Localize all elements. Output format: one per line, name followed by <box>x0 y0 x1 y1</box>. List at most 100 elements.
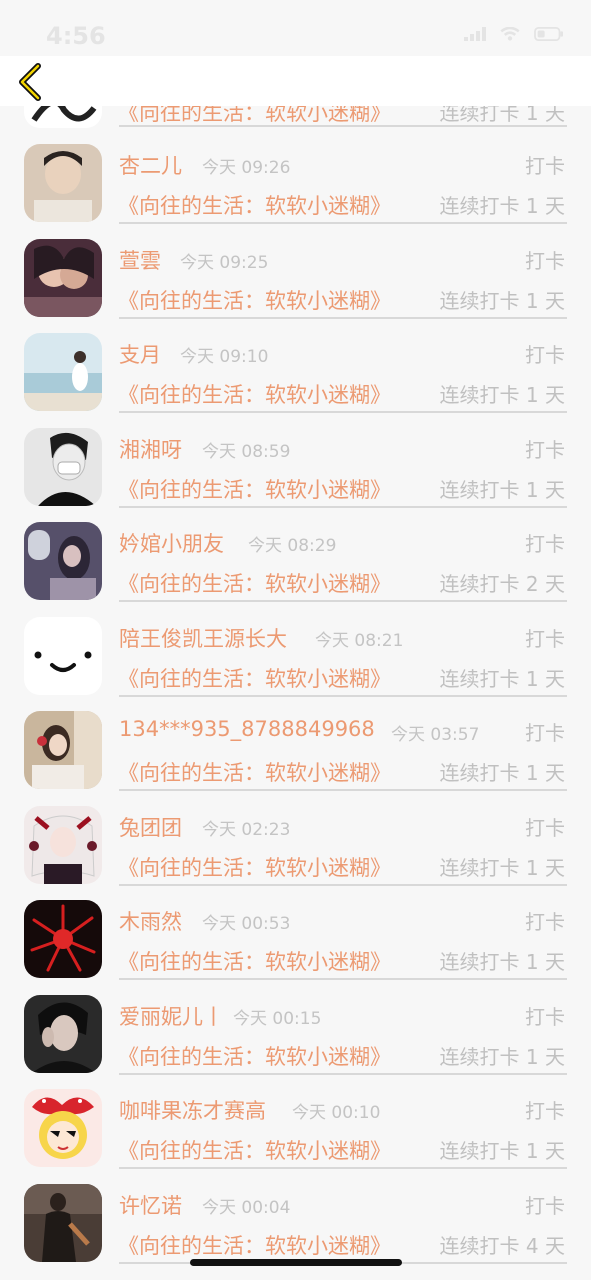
streak-text: 连续打卡 4 天 <box>439 1234 565 1258</box>
book-title[interactable]: 《向往的生活：软软小迷糊》 <box>118 1041 391 1071</box>
list-item[interactable]: 萱雲 今天 09:25 打卡 《向往的生活：软软小迷糊》 连续打卡 1 天 <box>0 239 591 334</box>
book-title[interactable]: 《向往的生活：软软小迷糊》 <box>118 663 391 693</box>
avatar <box>24 428 102 506</box>
book-title[interactable]: 《向往的生活：软软小迷糊》 <box>118 285 391 315</box>
battery-icon <box>534 27 563 41</box>
user-name[interactable]: 杏二儿 <box>119 150 182 180</box>
book-title[interactable]: 《向往的生活：软软小迷糊》 <box>118 1230 391 1260</box>
action-label: 打卡 <box>525 1099 565 1123</box>
book-title[interactable]: 《向往的生活：软软小迷糊》 <box>118 190 391 220</box>
streak-text: 连续打卡 2 天 <box>439 572 565 596</box>
streak-text: 连续打卡 1 天 <box>439 950 565 974</box>
row-divider <box>119 317 567 319</box>
user-name[interactable]: 支月 <box>119 339 161 369</box>
status-bar: 4:56 <box>0 0 591 56</box>
list-item[interactable]: 陪王俊凯王源长大 今天 08:21 打卡 《向往的生活：软软小迷糊》 连续打卡 … <box>0 617 591 712</box>
user-name[interactable]: 湘湘呀 <box>119 434 182 464</box>
list-item[interactable]: 湘湘呀 今天 08:59 打卡 《向往的生活：软软小迷糊》 连续打卡 1 天 <box>0 428 591 523</box>
list-item[interactable]: 妗婠小朋友 今天 08:29 打卡 《向往的生活：软软小迷糊》 连续打卡 2 天 <box>0 522 591 617</box>
action-label: 打卡 <box>525 532 565 556</box>
row-divider <box>119 506 567 508</box>
user-name[interactable]: 妗婠小朋友 <box>119 528 224 558</box>
checkin-time: 今天 09:26 <box>202 158 291 178</box>
avatar <box>24 900 102 978</box>
action-label: 打卡 <box>525 438 565 462</box>
row-divider <box>119 600 567 602</box>
checkin-time: 今天 00:53 <box>202 914 291 934</box>
checkin-time: 今天 09:10 <box>180 347 269 367</box>
action-label: 打卡 <box>525 627 565 651</box>
checkin-time: 今天 08:21 <box>315 631 404 651</box>
list-item[interactable]: 134***935_8788849968 今天 03:57 打卡 《向往的生活：… <box>0 711 591 806</box>
checkin-time: 今天 08:59 <box>202 442 291 462</box>
row-divider <box>119 978 567 980</box>
checkin-time: 今天 00:15 <box>233 1009 322 1029</box>
user-name[interactable]: 爱丽妮儿丨 <box>119 1001 224 1031</box>
user-name[interactable]: 134***935_8788849968 <box>119 717 375 741</box>
action-label: 打卡 <box>525 721 565 745</box>
row-divider <box>119 789 567 791</box>
streak-text: 连续打卡 1 天 <box>439 856 565 880</box>
book-title[interactable]: 《向往的生活：软软小迷糊》 <box>118 568 391 598</box>
back-chevron-icon[interactable] <box>14 62 46 102</box>
user-name[interactable]: 木雨然 <box>119 906 182 936</box>
user-name[interactable]: 许忆诺 <box>119 1190 182 1220</box>
avatar <box>24 522 102 600</box>
avatar <box>24 995 102 1073</box>
home-indicator[interactable] <box>190 1259 402 1266</box>
user-name[interactable]: 兔团团 <box>119 812 182 842</box>
avatar <box>24 617 102 695</box>
row-divider <box>119 695 567 697</box>
checkin-time: 今天 02:23 <box>202 820 291 840</box>
status-time: 4:56 <box>46 22 106 50</box>
avatar <box>24 144 102 222</box>
action-label: 打卡 <box>525 1194 565 1218</box>
streak-text: 连续打卡 1 天 <box>439 383 565 407</box>
streak-text: 连续打卡 1 天 <box>439 478 565 502</box>
book-title[interactable]: 《向往的生活：软软小迷糊》 <box>118 946 391 976</box>
page: 4:56 《向往的生活：软软小迷糊》 连续打卡 1 天 杏二儿 今天 09:26… <box>0 0 591 1280</box>
checkin-time: 今天 08:29 <box>248 536 337 556</box>
checkin-time: 今天 09:25 <box>180 253 269 273</box>
list-item[interactable]: 杏二儿 今天 09:26 打卡 《向往的生活：软软小迷糊》 连续打卡 1 天 <box>0 144 591 239</box>
action-label: 打卡 <box>525 343 565 367</box>
checkin-time: 今天 00:04 <box>202 1198 291 1218</box>
nav-bar <box>0 56 591 106</box>
list-item[interactable]: 兔团团 今天 02:23 打卡 《向往的生活：软软小迷糊》 连续打卡 1 天 <box>0 806 591 901</box>
action-label: 打卡 <box>525 816 565 840</box>
streak-text: 连续打卡 1 天 <box>439 289 565 313</box>
user-name[interactable]: 陪王俊凯王源长大 <box>119 623 287 653</box>
row-divider <box>119 1167 567 1169</box>
avatar <box>24 1089 102 1167</box>
user-name[interactable]: 萱雲 <box>119 245 161 275</box>
avatar <box>24 1184 102 1262</box>
row-divider <box>119 222 567 224</box>
book-title[interactable]: 《向往的生活：软软小迷糊》 <box>118 379 391 409</box>
list-item[interactable]: 木雨然 今天 00:53 打卡 《向往的生活：软软小迷糊》 连续打卡 1 天 <box>0 900 591 995</box>
book-title[interactable]: 《向往的生活：软软小迷糊》 <box>118 474 391 504</box>
streak-text: 连续打卡 1 天 <box>439 761 565 785</box>
action-label: 打卡 <box>525 249 565 273</box>
book-title[interactable]: 《向往的生活：软软小迷糊》 <box>118 757 391 787</box>
streak-text: 连续打卡 1 天 <box>439 1045 565 1069</box>
list-item[interactable]: 咖啡果冻才赛高 今天 00:10 打卡 《向往的生活：软软小迷糊》 连续打卡 1… <box>0 1089 591 1184</box>
action-label: 打卡 <box>525 1005 565 1029</box>
checkin-time: 今天 03:57 <box>391 725 480 745</box>
list-item[interactable]: 支月 今天 09:10 打卡 《向往的生活：软软小迷糊》 连续打卡 1 天 <box>0 333 591 428</box>
checkin-time: 今天 00:10 <box>292 1103 381 1123</box>
user-name[interactable]: 咖啡果冻才赛高 <box>119 1095 266 1125</box>
row-divider <box>119 1073 567 1075</box>
action-label: 打卡 <box>525 154 565 178</box>
row-divider <box>119 411 567 413</box>
avatar <box>24 806 102 884</box>
book-title[interactable]: 《向往的生活：软软小迷糊》 <box>118 852 391 882</box>
avatar <box>24 239 102 317</box>
cellular-signal-icon <box>464 27 486 41</box>
list-item[interactable]: 爱丽妮儿丨 今天 00:15 打卡 《向往的生活：软软小迷糊》 连续打卡 1 天 <box>0 995 591 1090</box>
action-label: 打卡 <box>525 910 565 934</box>
row-divider <box>119 125 567 127</box>
avatar <box>24 333 102 411</box>
row-divider <box>119 884 567 886</box>
book-title[interactable]: 《向往的生活：软软小迷糊》 <box>118 1135 391 1165</box>
streak-text: 连续打卡 1 天 <box>439 194 565 218</box>
